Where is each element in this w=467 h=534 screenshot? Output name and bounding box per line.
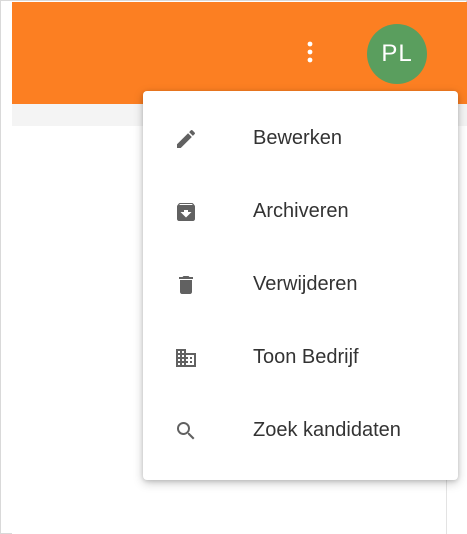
actions-menu: Bewerken Archiveren Verwijderen Toon Bed… <box>143 91 458 480</box>
business-icon <box>171 346 201 370</box>
more-vert-icon <box>307 41 313 63</box>
menu-item-label: Toon Bedrijf <box>253 346 359 368</box>
delete-icon <box>171 273 201 297</box>
avatar-initials: PL <box>381 40 413 67</box>
menu-item-toon-bedrijf[interactable]: Toon Bedrijf <box>143 321 458 394</box>
menu-item-label: Verwijderen <box>253 273 358 295</box>
search-icon <box>171 419 201 443</box>
user-avatar[interactable]: PL <box>367 24 427 84</box>
menu-item-verwijderen[interactable]: Verwijderen <box>143 248 458 321</box>
menu-item-label: Bewerken <box>253 127 342 149</box>
menu-item-bewerken[interactable]: Bewerken <box>143 102 458 175</box>
menu-item-label: Zoek kandidaten <box>253 419 401 441</box>
archive-icon <box>171 200 201 224</box>
menu-item-archiveren[interactable]: Archiveren <box>143 175 458 248</box>
more-options-button[interactable] <box>296 32 324 72</box>
app-toolbar: PL <box>12 2 467 104</box>
edit-icon <box>171 127 201 151</box>
menu-item-zoek-kandidaten[interactable]: Zoek kandidaten <box>143 394 458 467</box>
menu-item-label: Archiveren <box>253 200 349 222</box>
